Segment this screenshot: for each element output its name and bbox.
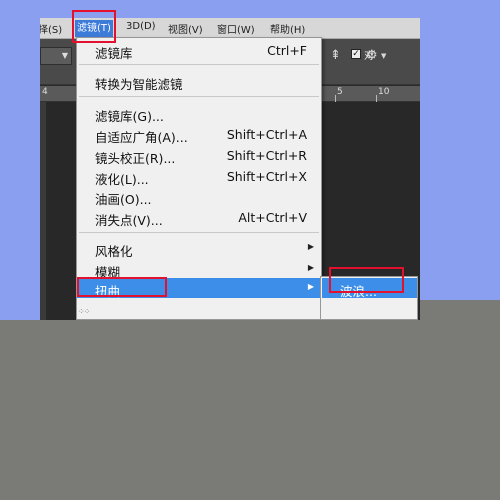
submenu-arrow-icon: ▶	[307, 242, 314, 251]
menu-item-label: 消失点(V)...	[95, 213, 163, 228]
menu-item-label: 油画(O)...	[95, 192, 152, 207]
ruler-tick	[376, 95, 377, 102]
fit-plus-icon[interactable]: ⇞	[330, 48, 341, 63]
menu-item-shortcut: Shift+Ctrl+R	[226, 148, 307, 163]
menu-item-label: 镜头校正(R)...	[95, 151, 176, 166]
align-checkbox[interactable]: ✓	[351, 49, 361, 59]
align-label: 对	[364, 51, 374, 62]
ruler-label: 5	[337, 87, 343, 97]
ruler-tick	[335, 95, 336, 102]
annotation-box-distort	[77, 277, 167, 297]
resize-grip-icon: ⁘⁘	[78, 307, 90, 316]
menu-item-oil-paint[interactable]: 油画(O)...	[77, 186, 321, 207]
annotation-box-filter-menu	[72, 10, 116, 43]
submenu-arrow-icon: ▶	[307, 282, 314, 291]
menu-item-vanishing-point[interactable]: 消失点(V)... Alt+Ctrl+V	[77, 207, 321, 228]
menu-item-label: 风格化	[95, 244, 133, 259]
menu-item-adaptive-wide-angle[interactable]: 自适应广角(A)... Shift+Ctrl+A	[77, 124, 321, 145]
submenu-arrow-icon: ▶	[307, 263, 314, 272]
ruler-label: 10	[378, 87, 390, 97]
menu-item-liquify[interactable]: 液化(L)... Shift+Ctrl+X	[77, 166, 321, 187]
menu-item-label: 自适应广角(A)...	[95, 130, 188, 145]
chevron-down-icon[interactable]: ▼	[381, 52, 386, 60]
tool-preset-dropdown[interactable]: ▼	[40, 47, 72, 65]
chevron-down-icon: ▼	[61, 51, 68, 60]
gray-overlay	[0, 320, 500, 500]
menu-item-label: 滤镜库	[95, 46, 133, 61]
menu-item-label: 滤镜库(G)...	[95, 109, 164, 124]
menu-separator	[79, 232, 319, 233]
menu-item-shortcut: Shift+Ctrl+A	[226, 127, 307, 142]
menu-item-shortcut: Shift+Ctrl+X	[226, 169, 307, 184]
menu-window[interactable]: 窗口(W)	[217, 21, 255, 36]
menu-item-convert-smart-filter[interactable]: 转换为智能滤镜	[77, 71, 321, 92]
menu-item-filter-gallery[interactable]: 滤镜库(G)...	[77, 103, 321, 124]
menu-item-shortcut: Alt+Ctrl+V	[238, 210, 307, 225]
ruler-label: 4	[42, 87, 48, 97]
menu-item-stylize[interactable]: 风格化 ▶	[77, 238, 321, 259]
menu-item-lens-correction[interactable]: 镜头校正(R)... Shift+Ctrl+R	[77, 145, 321, 166]
menu-select[interactable]: 择(S)	[40, 21, 62, 36]
menu-separator	[79, 96, 319, 97]
menu-item-blur[interactable]: 模糊 ▶	[77, 259, 321, 280]
menu-view[interactable]: 视图(V)	[168, 21, 203, 36]
menu-item-filter-gallery-last[interactable]: 滤镜库 Ctrl+F	[77, 40, 321, 61]
annotation-box-wave	[329, 267, 404, 293]
menu-separator	[79, 64, 319, 65]
menu-help[interactable]: 帮助(H)	[270, 21, 305, 36]
menu-item-shortcut: Ctrl+F	[267, 43, 307, 58]
menu-item-label: 转换为智能滤镜	[95, 77, 183, 92]
menu-3d[interactable]: 3D(D)	[126, 21, 156, 32]
gray-overlay-notch	[420, 300, 500, 320]
